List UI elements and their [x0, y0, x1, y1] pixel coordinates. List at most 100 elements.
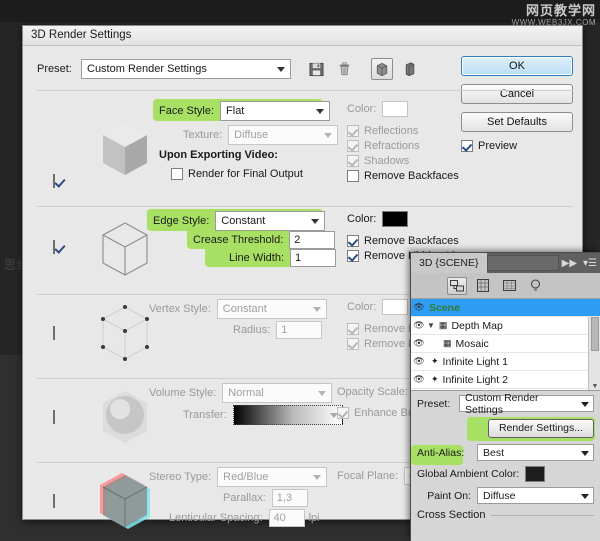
dialog-titlebar[interactable]: 3D Render Settings [23, 26, 582, 46]
anti-alias-value: Best [483, 446, 505, 459]
chevron-down-icon [581, 493, 589, 499]
visibility-eye-icon[interactable]: 👁 [411, 338, 427, 349]
vertex-enable-checkbox[interactable] [53, 326, 55, 340]
anti-alias-row: Anti-Alias: Best [417, 444, 594, 461]
edge-remove-backfaces-checkbox[interactable] [347, 234, 359, 247]
volume-enable-checkbox-wrap[interactable] [53, 410, 55, 424]
materials-icon[interactable] [499, 277, 519, 295]
collapse-panel-icon[interactable]: ▶▶ [559, 258, 580, 269]
render-final-output-row[interactable]: Render for Final Output [171, 166, 303, 181]
visibility-eye-icon[interactable]: 👁 [411, 374, 427, 385]
vertex-style-value: Constant [222, 303, 267, 315]
face-color-swatch[interactable] [382, 101, 409, 117]
materials-icon-svg [502, 280, 516, 291]
chevron-down-icon[interactable]: ▼ [427, 321, 435, 330]
transfer-gradient-picker[interactable] [232, 405, 343, 425]
vertex-radius-label: Radius: [233, 324, 271, 336]
tab-3d-scene-label: 3D {SCENE} [419, 257, 479, 269]
tree-item-infinite-light-2-label: Infinite Light 2 [442, 373, 508, 386]
edge-color-field: Color: [347, 211, 409, 227]
paint-on-select[interactable]: Diffuse [477, 487, 594, 504]
tree-item-infinite-light-1[interactable]: 👁 ✦ Infinite Light 1 [411, 353, 600, 371]
tree-item-mosaic[interactable]: 👁 ▦ Mosaic [411, 335, 600, 353]
opacity-scale-label: Opacity Scale: [337, 386, 408, 398]
scroll-down-icon[interactable]: ▼ [591, 383, 599, 390]
volume-style-label: Volume Style: [149, 387, 217, 399]
texture-value: Diffuse [234, 129, 269, 141]
face-thumbnail [89, 113, 161, 185]
vertex-enable-checkbox-wrap[interactable] [53, 326, 55, 340]
line-width-input[interactable]: 1 [290, 249, 337, 267]
save-icon[interactable] [305, 58, 327, 80]
preset-select[interactable]: Custom Render Settings [81, 59, 291, 79]
face-style-select[interactable]: Flat [220, 101, 331, 121]
stereo-enable-checkbox[interactable] [53, 494, 55, 508]
stereo-type-select[interactable]: Red/Blue [217, 467, 328, 487]
lights-icon[interactable] [525, 277, 545, 295]
visibility-eye-icon[interactable]: 👁 [411, 356, 427, 367]
edge-color-swatch[interactable] [382, 211, 409, 227]
panel-menu-icon[interactable]: ▾☰ [580, 258, 600, 269]
anti-alias-select[interactable]: Best [477, 444, 594, 461]
ok-button[interactable]: OK [461, 56, 573, 76]
vertex-color-label: Color: [347, 301, 377, 313]
vertex-radius-input[interactable]: 1 [276, 321, 323, 339]
face-style-value: Flat [226, 105, 245, 117]
cross-section-row[interactable]: Cross Section [417, 509, 594, 521]
panel-preset-value: Custom Render Settings [465, 391, 539, 416]
lightbulb-icon-svg [530, 279, 540, 290]
visibility-eye-icon[interactable]: 👁 [411, 302, 427, 313]
mesh-icon[interactable] [473, 277, 493, 295]
face-section: Face Style: Flat Texture: Diffuse Upon E… [37, 90, 573, 188]
visibility-eye-icon[interactable]: 👁 [411, 320, 427, 331]
shadows-row: Shadows [347, 153, 459, 168]
global-ambient-swatch[interactable] [525, 466, 546, 482]
parallax-label: Parallax: [223, 492, 266, 504]
texture-select[interactable]: Diffuse [228, 125, 339, 145]
remove-hidden-lines-checkbox[interactable] [347, 249, 359, 262]
desktop-top-strip [0, 0, 600, 22]
crease-threshold-input[interactable]: 2 [289, 231, 336, 249]
delete-icon[interactable] [333, 58, 355, 80]
face-enable-checkbox-wrap[interactable] [53, 174, 55, 188]
face-remove-backfaces-checkbox[interactable] [347, 169, 359, 182]
edge-style-value: Constant [221, 215, 266, 227]
parallax-input[interactable]: 1,3 [271, 489, 308, 507]
chevron-down-icon [316, 109, 325, 114]
render-settings-button[interactable]: Render Settings... [487, 418, 594, 438]
volume-style-select[interactable]: Normal [222, 383, 333, 403]
vertex-style-label: Vertex Style: [149, 303, 211, 315]
scrollbar-thumb[interactable] [591, 317, 599, 351]
volume-enable-checkbox[interactable] [53, 410, 55, 424]
volume-icon[interactable] [399, 58, 421, 80]
scene-tree-list[interactable]: 👁 Scene 👁 ▼ ▦ Depth Map 👁 ▦ Mosaic 👁 ✦ I… [411, 299, 600, 391]
panel-preset-select[interactable]: Custom Render Settings [459, 392, 594, 416]
face-enable-checkbox[interactable] [53, 174, 55, 188]
edge-remove-backfaces-row[interactable]: Remove Backfaces [347, 233, 472, 248]
texture-label: Texture: [183, 129, 223, 141]
new-render-settings-icon[interactable] [371, 58, 393, 80]
vertex-remove-backfaces-checkbox [347, 322, 359, 335]
vertex-radius-field: Radius: 1 [233, 321, 323, 339]
divider [491, 514, 594, 516]
stereo-enable-checkbox-wrap[interactable] [53, 494, 55, 508]
tab-3d-scene[interactable]: 3D {SCENE} [411, 253, 487, 273]
tree-item-mosaic-label: Mosaic [455, 337, 489, 350]
edge-enable-checkbox[interactable] [53, 240, 55, 254]
chevron-down-icon [324, 133, 333, 138]
face-remove-backfaces-row[interactable]: Remove Backfaces [347, 168, 459, 183]
panel-preset-label: Preset: [417, 397, 451, 410]
tree-item-depth-map[interactable]: 👁 ▼ ▦ Depth Map [411, 317, 600, 335]
scene-icon[interactable] [447, 276, 467, 295]
render-final-output-checkbox[interactable] [171, 167, 183, 180]
lenticular-spacing-input[interactable]: 40 [268, 509, 305, 527]
edge-enable-checkbox-wrap[interactable] [53, 240, 55, 254]
tree-item-infinite-light-2[interactable]: 👁 ✦ Infinite Light 2 [411, 371, 600, 389]
export-video-label: Upon Exporting Video: [159, 149, 278, 161]
vertex-style-select[interactable]: Constant [216, 299, 327, 319]
chevron-down-icon [318, 391, 327, 396]
edge-style-select[interactable]: Constant [215, 211, 326, 231]
vertex-color-swatch[interactable] [382, 299, 409, 315]
tree-item-scene[interactable]: 👁 Scene [411, 299, 600, 317]
preset-value: Custom Render Settings [87, 63, 207, 75]
